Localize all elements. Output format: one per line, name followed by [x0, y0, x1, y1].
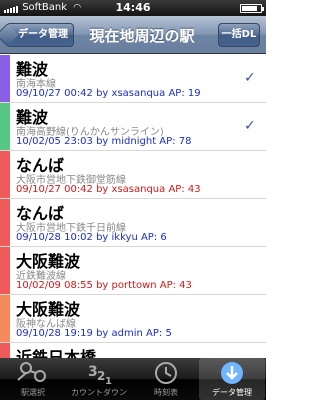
tab-timetable[interactable]: 時刻表	[133, 358, 199, 400]
line-color-bar	[0, 199, 10, 246]
back-button[interactable]: データ管理	[6, 23, 74, 47]
station-row[interactable]: なんば 大阪市営地下鉄御堂筋線 09/10/27 00:42 by xsasanqu…	[0, 151, 266, 199]
update-info: 09/10/28 19:19 by admin AP: 5	[16, 328, 172, 339]
tab-label: カウントダウン	[71, 388, 127, 397]
tab-data-management[interactable]: データ管理	[199, 358, 265, 400]
tab-bar: 駅選択 3 2 1 カウントダウン 時刻表 データ管理	[0, 358, 266, 400]
update-info: 09/10/27 00:42 by xsasanqua AP: 43	[16, 184, 201, 195]
battery-icon	[240, 4, 264, 13]
line-color-bar	[0, 343, 10, 358]
station-row[interactable]: なんば 大阪市営地下鉄千日前線 09/10/28 10:02 by ikkyu AP…	[0, 199, 266, 247]
station-row[interactable]: 近鉄日本橋	[0, 343, 266, 358]
line-color-bar	[0, 103, 10, 150]
countdown-icon: 3 2 1	[66, 358, 132, 387]
line-color-bar	[0, 55, 10, 102]
update-info: 10/02/05 23:03 by midnight AP: 78	[16, 136, 192, 147]
line-color-bar	[0, 247, 10, 294]
station-row[interactable]: 大阪難波 阪神なんば線 09/10/28 19:19 by admin AP: 5	[0, 295, 266, 343]
update-info: 09/10/28 10:02 by ikkyu AP: 6	[16, 232, 167, 243]
line-color-bar	[0, 151, 10, 198]
tab-label: 時刻表	[154, 388, 178, 397]
update-info: 09/10/27 00:42 by xsasanqua AP: 19	[16, 88, 201, 99]
checkmark-icon: ✓	[244, 70, 256, 86]
download-icon	[199, 358, 265, 386]
station-name: 近鉄日本橋	[16, 348, 97, 358]
checkmark-icon: ✓	[244, 118, 256, 134]
update-info: 10/02/09 08:55 by porttown AP: 43	[16, 280, 192, 291]
station-row[interactable]: 大阪難波 近鉄難波線 10/02/09 08:55 by porttown AP: …	[0, 247, 266, 295]
status-time: 14:46	[115, 1, 151, 14]
tab-countdown[interactable]: 3 2 1 カウントダウン	[66, 358, 132, 400]
tab-station-select[interactable]: 駅選択	[0, 358, 66, 400]
page-title: 現在地周辺の駅	[89, 27, 195, 45]
station-list: 難波 南海本線 09/10/27 00:42 by xsasanqua AP: 19…	[0, 55, 266, 358]
bulk-download-button[interactable]: 一括DL	[218, 23, 260, 47]
status-bar: SoftBank ◠ 14:46	[0, 0, 266, 16]
tab-label: 駅選択	[21, 388, 45, 397]
navigation-bar: データ管理 現在地周辺の駅 一括DL	[0, 16, 266, 54]
line-color-bar	[0, 295, 10, 342]
tab-label: データ管理	[212, 388, 252, 397]
timetable-icon	[133, 358, 199, 386]
station-row[interactable]: 難波 南海高野線(りんかんサンライン) 10/02/05 23:03 by midn…	[0, 103, 266, 151]
station-select-icon	[0, 358, 66, 386]
svg-text:1: 1	[105, 376, 112, 386]
station-row[interactable]: 難波 南海本線 09/10/27 00:42 by xsasanqua AP: 19…	[0, 55, 266, 103]
